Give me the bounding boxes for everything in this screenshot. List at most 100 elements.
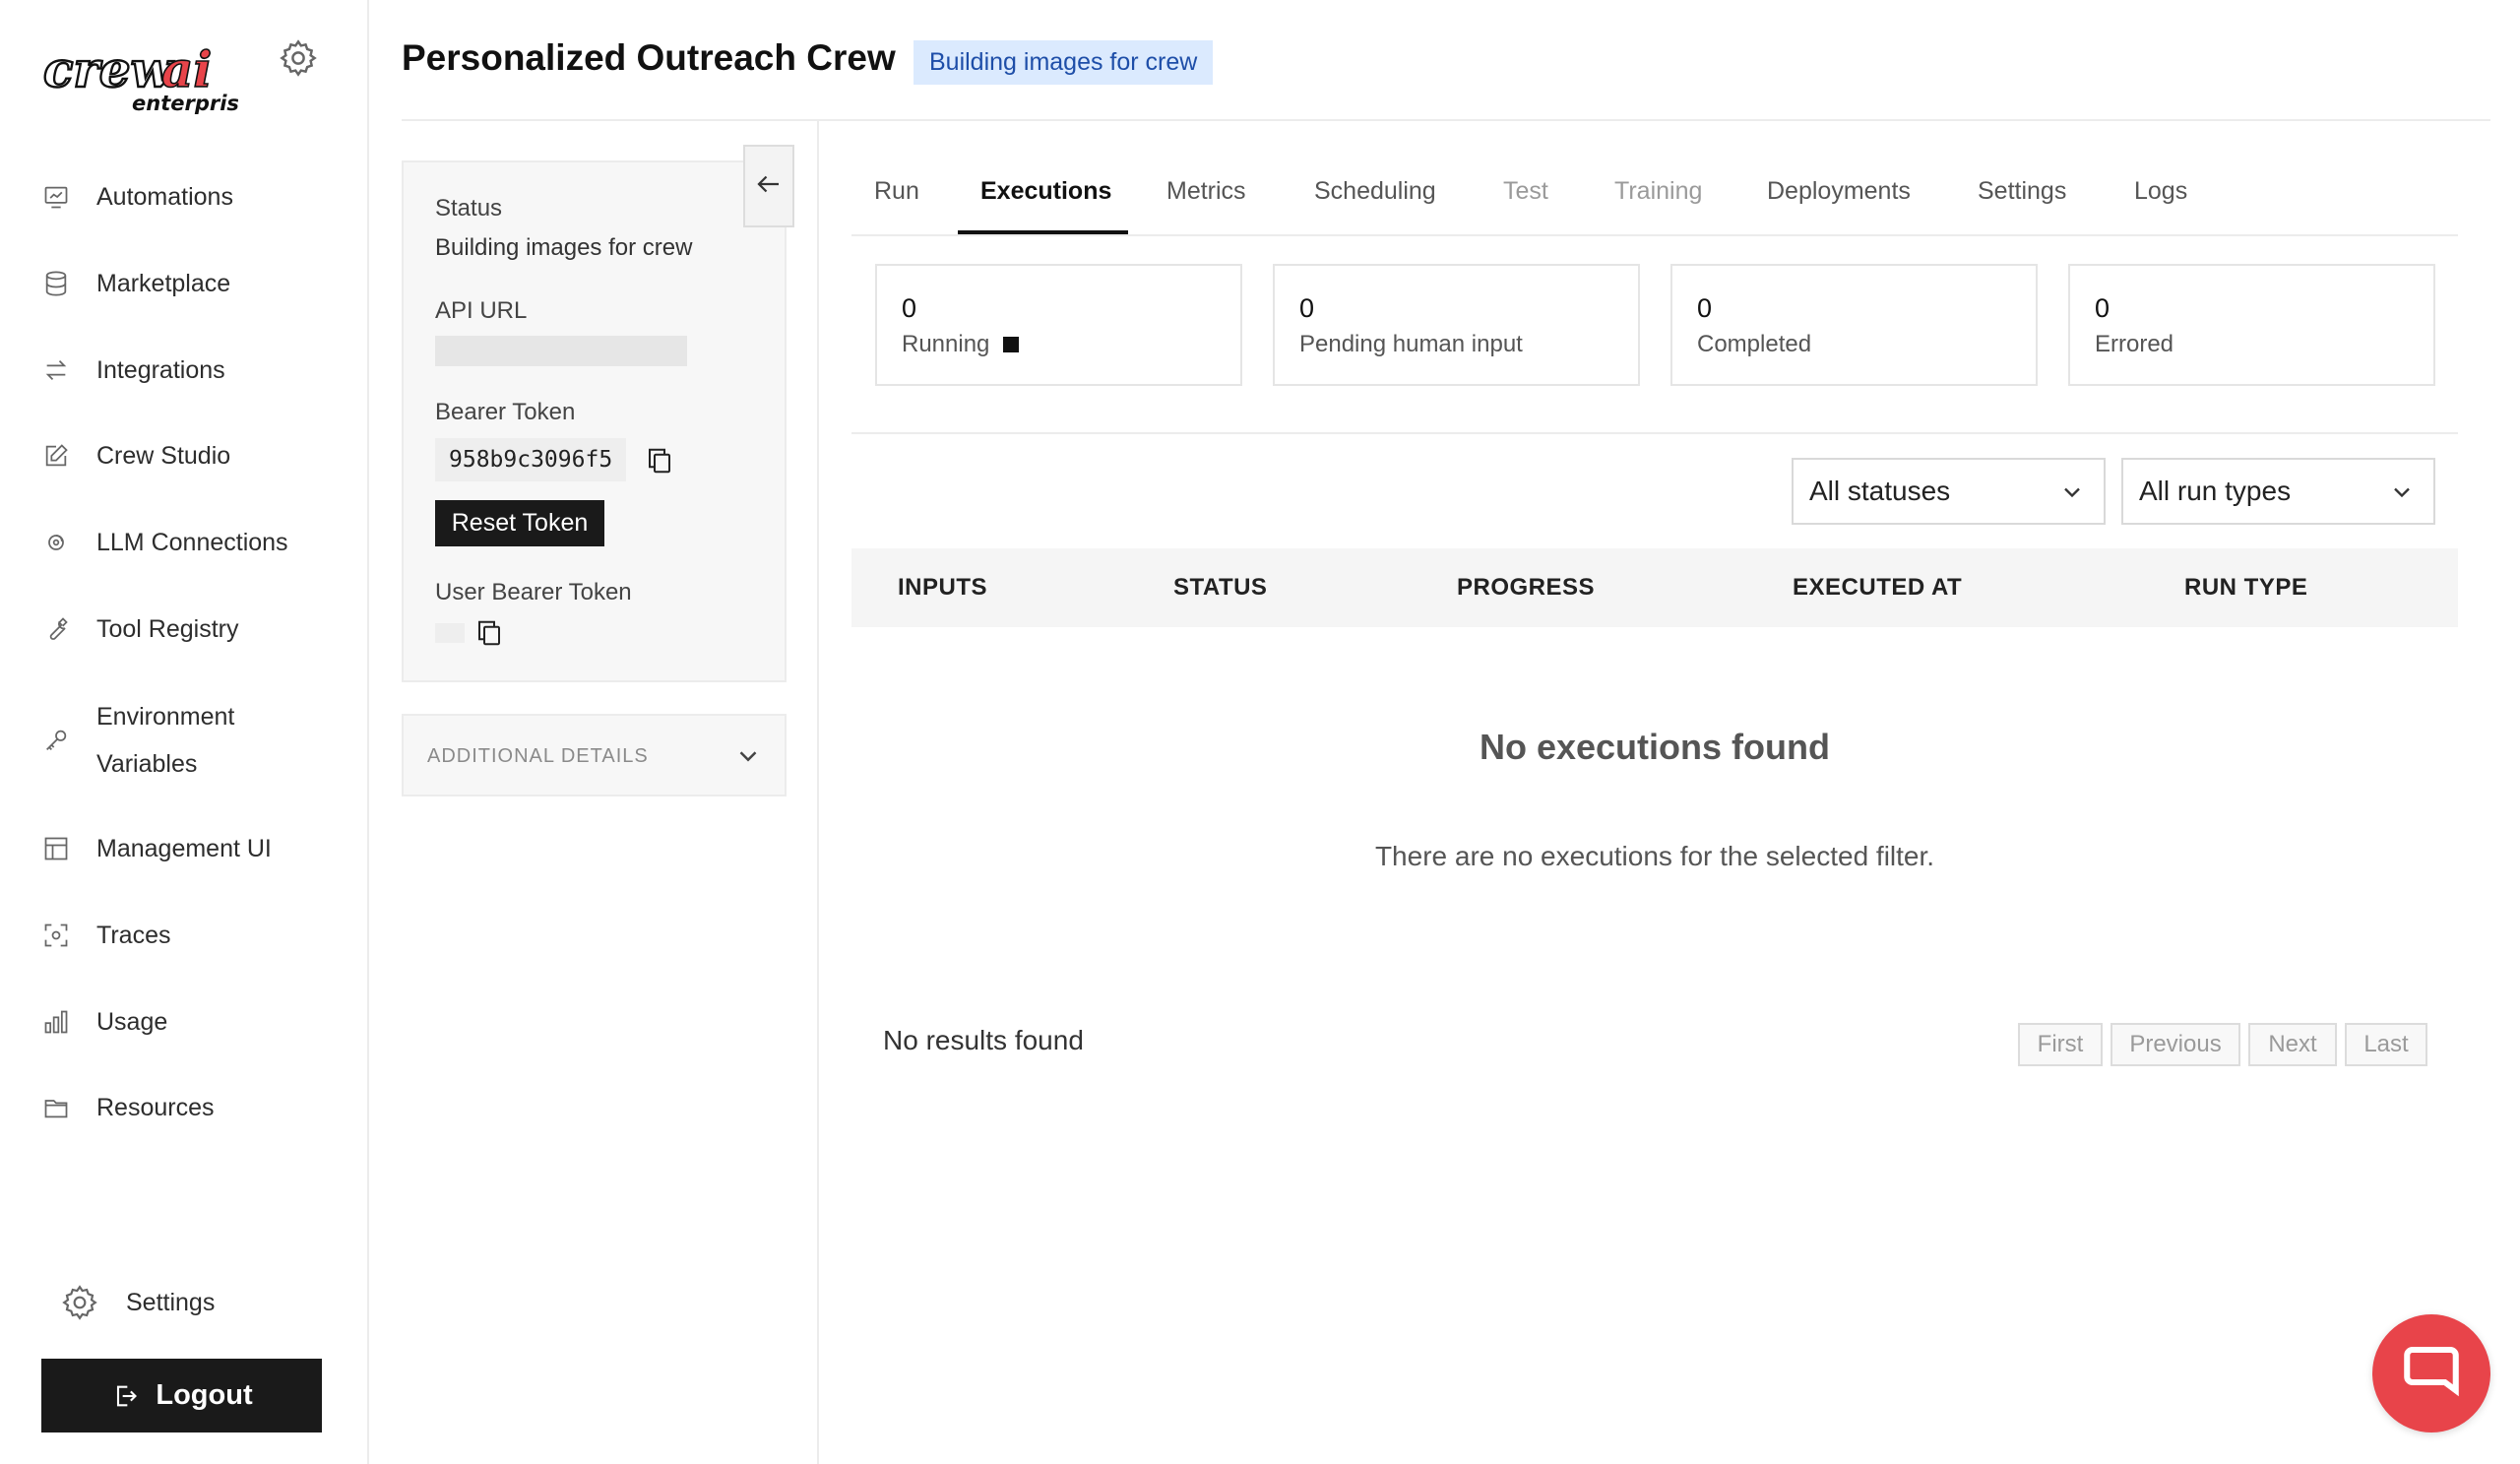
stat-card-running: 0 Running — [875, 264, 1242, 386]
sidebar: crew ai enterprise Automations Marketpla… — [0, 0, 369, 1464]
svg-text:enterprise: enterprise — [132, 92, 238, 114]
column-header-executed-at[interactable]: EXECUTED AT — [1793, 574, 1962, 602]
bearer-token-label: Bearer Token — [435, 399, 576, 425]
arrow-left-icon — [754, 169, 784, 204]
next-page-button[interactable]: Next — [2248, 1023, 2337, 1066]
crewai-logo[interactable]: crew ai enterprise — [41, 37, 238, 114]
stat-value: 0 — [2095, 293, 2110, 323]
api-url-value[interactable] — [435, 336, 687, 366]
sidebar-item-label: Automations — [96, 183, 233, 211]
tab-scheduling[interactable]: Scheduling — [1314, 177, 1436, 232]
sidebar-item-management-ui[interactable]: Management UI — [39, 827, 272, 870]
empty-state-title: No executions found — [1479, 727, 1830, 767]
sidebar-item-automations[interactable]: Automations — [39, 175, 233, 219]
copy-icon[interactable] — [645, 445, 674, 477]
stat-card-completed: 0 Completed — [1670, 264, 2038, 386]
automations-icon — [39, 180, 73, 214]
arrows-icon — [39, 353, 73, 387]
column-header-status[interactable]: STATUS — [1173, 574, 1267, 602]
org-settings-icon[interactable] — [278, 37, 319, 79]
svg-text:ai: ai — [161, 40, 212, 98]
logout-button[interactable]: Logout — [41, 1359, 322, 1432]
chevron-down-icon — [2058, 478, 2086, 506]
copy-icon[interactable] — [474, 617, 504, 649]
additional-details-toggle[interactable]: ADDITIONAL DETAILS — [402, 714, 787, 796]
panel-divider — [817, 120, 819, 1464]
sidebar-item-label: Crew Studio — [96, 442, 231, 470]
sidebar-settings[interactable]: Settings — [59, 1280, 215, 1325]
status-label: Status — [435, 195, 503, 222]
wrench-icon — [39, 612, 73, 646]
header-divider — [402, 119, 2490, 121]
sidebar-item-environment-variables[interactable]: Environment Variables — [39, 693, 264, 788]
column-header-run-type[interactable]: RUN TYPE — [2184, 574, 2307, 602]
stat-label: Completed — [1697, 331, 1812, 357]
run-type-filter-select[interactable]: All run types — [2121, 458, 2435, 525]
tab-bar: Run Executions Metrics Scheduling Test T… — [851, 167, 2458, 236]
sidebar-item-label: Tool Registry — [96, 615, 239, 643]
sidebar-item-crew-studio[interactable]: Crew Studio — [39, 434, 230, 477]
chat-icon — [2399, 1339, 2464, 1409]
stat-value: 0 — [902, 293, 917, 323]
stat-card-errored: 0 Errored — [2068, 264, 2435, 386]
sidebar-item-usage[interactable]: Usage — [39, 1000, 167, 1044]
sidebar-item-tool-registry[interactable]: Tool Registry — [39, 607, 239, 651]
chevron-down-icon — [2388, 478, 2416, 506]
tab-test[interactable]: Test — [1503, 177, 1548, 232]
page-title: Personalized Outreach Crew — [402, 37, 896, 78]
logout-label: Logout — [156, 1379, 253, 1411]
additional-details-label: ADDITIONAL DETAILS — [427, 745, 649, 767]
stat-label-wrap: Running — [902, 331, 1020, 358]
tab-metrics[interactable]: Metrics — [1166, 177, 1246, 232]
running-indicator-icon — [1003, 337, 1020, 352]
stat-label: Errored — [2095, 331, 2174, 357]
column-header-progress[interactable]: PROGRESS — [1457, 574, 1595, 602]
status-filter-select[interactable]: All statuses — [1792, 458, 2106, 525]
run-type-filter-value: All run types — [2139, 476, 2292, 506]
tab-settings[interactable]: Settings — [1978, 177, 2066, 232]
stat-label: Running — [902, 331, 990, 357]
first-page-button[interactable]: First — [2018, 1023, 2103, 1066]
column-header-inputs[interactable]: INPUTS — [898, 574, 987, 602]
status-filter-value: All statuses — [1809, 476, 1951, 506]
sidebar-item-label: Management UI — [96, 835, 272, 862]
traces-icon — [39, 919, 73, 952]
stat-card-pending: 0 Pending human input — [1273, 264, 1640, 386]
status-badge: Building images for crew — [914, 40, 1214, 85]
sidebar-item-resources[interactable]: Resources — [39, 1086, 215, 1129]
sidebar-item-label: Traces — [96, 922, 171, 949]
sidebar-item-integrations[interactable]: Integrations — [39, 349, 225, 392]
key-icon — [39, 724, 73, 757]
sidebar-item-label: Usage — [96, 1008, 168, 1036]
status-value: Building images for crew — [435, 234, 693, 261]
sidebar-item-traces[interactable]: Traces — [39, 914, 170, 957]
tab-training[interactable]: Training — [1614, 177, 1702, 232]
sidebar-item-label: Integrations — [96, 356, 225, 384]
tab-run[interactable]: Run — [874, 177, 919, 232]
executions-table-header: INPUTS STATUS PROGRESS EXECUTED AT RUN T… — [851, 548, 2458, 627]
sidebar-item-llm-connections[interactable]: LLM Connections — [39, 521, 288, 564]
bar-chart-icon — [39, 1005, 73, 1039]
svg-text:crew: crew — [43, 40, 175, 98]
tab-executions[interactable]: Executions — [980, 177, 1111, 232]
sidebar-item-label: Marketplace — [96, 270, 231, 297]
user-bearer-token-label: User Bearer Token — [435, 579, 632, 605]
folder-icon — [39, 1091, 73, 1124]
sidebar-item-label: Resources — [96, 1094, 215, 1121]
sidebar-item-marketplace[interactable]: Marketplace — [39, 262, 230, 305]
results-summary: No results found — [883, 1025, 1084, 1055]
tab-deployments[interactable]: Deployments — [1767, 177, 1911, 232]
last-page-button[interactable]: Last — [2345, 1023, 2427, 1066]
database-icon — [39, 267, 73, 300]
tab-logs[interactable]: Logs — [2134, 177, 2187, 232]
layout-icon — [39, 832, 73, 865]
user-bearer-token-value — [435, 623, 465, 643]
api-url-label: API URL — [435, 297, 528, 324]
previous-page-button[interactable]: Previous — [2110, 1023, 2240, 1066]
reset-token-button[interactable]: Reset Token — [435, 500, 604, 546]
sidebar-item-label: Environment Variables — [96, 703, 235, 778]
chevron-down-icon — [733, 741, 763, 771]
chat-support-button[interactable] — [2372, 1314, 2490, 1432]
collapse-panel-button[interactable] — [743, 145, 794, 227]
gear-icon — [59, 1282, 100, 1323]
